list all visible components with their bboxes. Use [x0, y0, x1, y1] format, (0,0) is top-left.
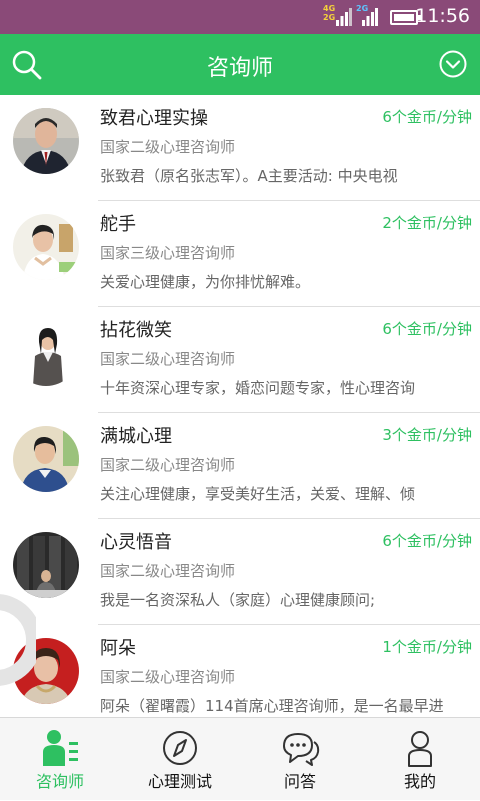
counselor-item[interactable]: 阿朵 1个金币/分钟 国家二级心理咨询师 阿朵（翟曙霞）114首席心理咨询师，是…: [0, 625, 480, 717]
avatar: [13, 426, 79, 492]
tab-label: 我的: [403, 772, 436, 791]
counselor-description: 十年资深心理专家，婚恋问题专家，性心理咨询: [100, 379, 416, 397]
counselor-name: 心灵悟音: [100, 532, 172, 553]
floating-handle-icon[interactable]: [0, 585, 36, 695]
status-bar: 4G 2G 2G 11:56: [0, 0, 480, 34]
counselor-item[interactable]: 心灵悟音 6个金币/分钟 国家二级心理咨询师 我是一名资深私人（家庭）心理健康顾…: [0, 519, 480, 625]
chat-bubbles-icon: [283, 733, 320, 766]
counselor-description: 阿朵（翟曙霞）114首席心理咨询师，是一名最早进: [100, 697, 444, 715]
counselor-name: 拈花微笑: [100, 320, 172, 341]
battery-icon: [390, 10, 421, 25]
page-title: 咨询师: [206, 56, 273, 81]
counselor-description: 张致君（原名张志军）。A主要活动: 中央电视: [100, 167, 398, 185]
app-bar: 咨询师: [0, 34, 480, 95]
counselor-description: 关爱心理健康，为你排忧解难。: [100, 273, 311, 291]
tab-qa[interactable]: 问答: [240, 718, 360, 801]
signal-strength-icon: [336, 8, 352, 26]
counselor-item[interactable]: 致君心理实操 6个金币/分钟 国家二级心理咨询师 张致君（原名张志军）。A主要活…: [0, 95, 480, 201]
counselor-list[interactable]: 致君心理实操 6个金币/分钟 国家二级心理咨询师 张致君（原名张志军）。A主要活…: [0, 95, 480, 717]
tab-mine[interactable]: 我的: [360, 718, 480, 801]
compass-icon: [163, 731, 197, 765]
clock: 11:56: [415, 5, 470, 27]
counselor-price: 2个金币/分钟: [382, 214, 472, 232]
tab-label: 咨询师: [35, 772, 84, 791]
avatar: [13, 108, 79, 174]
avatar: [13, 214, 79, 280]
counselor-level: 国家二级心理咨询师: [100, 350, 236, 368]
counselor-level: 国家三级心理咨询师: [100, 244, 236, 262]
counselor-description: 关注心理健康，享受美好生活，关爱、理解、倾: [100, 485, 416, 503]
avatar: [13, 320, 79, 386]
counselor-price: 6个金币/分钟: [382, 320, 472, 338]
counselor-item[interactable]: 舵手 2个金币/分钟 国家三级心理咨询师 关爱心理健康，为你排忧解难。: [0, 201, 480, 307]
counselor-name: 满城心理: [100, 426, 172, 447]
tab-label: 问答: [283, 772, 316, 791]
counselor-icon: [43, 730, 78, 766]
person-icon: [408, 731, 432, 767]
tab-psych-test[interactable]: 心理测试: [120, 718, 240, 801]
counselor-price: 6个金币/分钟: [382, 532, 472, 550]
counselor-level: 国家二级心理咨询师: [100, 138, 236, 156]
counselor-level: 国家二级心理咨询师: [100, 562, 236, 580]
bottom-tab-bar: 咨询师 心理测试 问答 我的: [0, 717, 480, 800]
counselor-price: 6个金币/分钟: [382, 108, 472, 126]
counselor-name: 致君心理实操: [100, 108, 208, 129]
network-4g-indicator: 4G 2G: [323, 4, 336, 22]
counselor-level: 国家二级心理咨询师: [100, 668, 236, 686]
counselor-name: 舵手: [100, 214, 136, 235]
counselor-item[interactable]: 满城心理 3个金币/分钟 国家二级心理咨询师 关注心理健康，享受美好生活，关爱、…: [0, 413, 480, 519]
counselor-price: 1个金币/分钟: [382, 638, 472, 656]
counselor-level: 国家二级心理咨询师: [100, 456, 236, 474]
counselor-name: 阿朵: [100, 638, 136, 659]
chevron-down-circle-icon[interactable]: [438, 49, 468, 79]
tab-counselor[interactable]: 咨询师: [0, 718, 120, 801]
counselor-item[interactable]: 拈花微笑 6个金币/分钟 国家二级心理咨询师 十年资深心理专家，婚恋问题专家，性…: [0, 307, 480, 413]
counselor-description: 我是一名资深私人（家庭）心理健康顾问;: [100, 591, 376, 609]
tab-label: 心理测试: [147, 772, 212, 791]
counselor-price: 3个金币/分钟: [382, 426, 472, 444]
signal-strength-2-icon: [362, 8, 378, 26]
